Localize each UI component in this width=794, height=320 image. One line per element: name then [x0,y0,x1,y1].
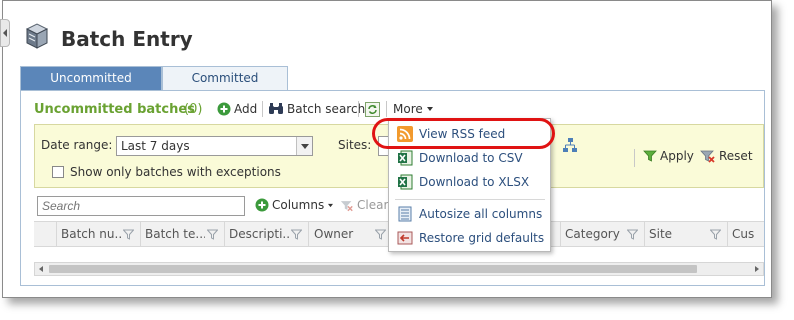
column-divider [644,222,645,246]
column-header-owner[interactable]: Owner [314,222,364,246]
reset-button[interactable]: Reset [700,149,753,163]
tab-uncommitted-batches[interactable]: Uncommitted Batches [20,66,162,107]
date-range-value: Last 7 days [121,139,190,153]
exceptions-label: Show only batches with exceptions [70,165,281,179]
chevron-down-icon [296,137,312,155]
more-label: More [393,102,423,116]
column-divider [140,222,141,246]
column-divider [727,222,728,246]
column-filter-icon[interactable] [710,229,721,240]
refresh-icon [365,102,380,117]
grid-search-input[interactable] [37,196,245,216]
add-columns-icon [255,198,269,212]
menu-item-download-csv[interactable]: Download to CSV [389,146,550,170]
more-menu-button[interactable]: More [393,102,434,116]
clear-filter-icon [700,150,715,163]
columns-button[interactable]: Columns [255,198,334,212]
filter-icon [643,150,657,162]
column-divider [560,222,561,246]
batch-entry-icon [25,23,49,49]
refresh-button[interactable] [365,102,380,117]
site-hierarchy-icon[interactable] [562,137,578,153]
autosize-columns-icon [398,206,412,222]
column-divider [308,222,309,246]
excel-xlsx-icon [398,174,413,190]
restore-defaults-icon [397,231,413,245]
menu-item-label: View RSS feed [419,127,506,141]
scroll-left-icon[interactable] [39,266,43,272]
menu-item-label: Restore grid defaults [419,231,545,245]
batch-search-label: Batch search [287,102,366,116]
menu-item-label: Download to XLSX [419,175,530,189]
chevron-down-icon [426,107,433,111]
collapse-left-tab[interactable] [0,19,10,47]
column-filter-icon[interactable] [123,229,134,240]
column-header-site[interactable]: Site [649,222,689,246]
exceptions-checkbox[interactable] [52,166,64,178]
panel-title: Uncommitted batches [34,102,195,117]
date-range-label: Date range: [41,138,113,152]
column-header-customer[interactable]: Cus [732,222,762,246]
menu-item-download-xlsx[interactable]: Download to XLSX [389,170,550,194]
add-label: Add [234,102,258,116]
apply-label: Apply [660,149,694,163]
scrollbar-thumb[interactable] [49,265,697,273]
date-range-select[interactable]: Last 7 days [116,136,313,156]
column-header-description[interactable]: Descripti... [229,222,289,246]
batch-search-button[interactable]: Batch search [268,102,365,116]
columns-label: Columns [272,198,325,212]
toolbar-divider [358,101,359,117]
column-filter-icon[interactable] [375,229,386,240]
column-header-batch-number[interactable]: Batch nu... [61,222,121,246]
menu-item-label: Autosize all columns [419,207,543,221]
menu-item-restore-grid-defaults[interactable]: Restore grid defaults [389,226,550,250]
excel-csv-icon [398,150,413,166]
toolbar-divider [386,101,387,117]
column-divider [224,222,225,246]
scroll-right-icon[interactable] [755,266,759,272]
column-filter-icon[interactable] [291,229,302,240]
column-header-batch-template[interactable]: Batch te... [145,222,205,246]
rss-icon [397,126,413,142]
menu-item-autosize-columns[interactable]: Autosize all columns [389,202,550,226]
clear-filter-icon [340,200,353,211]
toolbar-divider [262,101,263,117]
add-button[interactable]: Add [217,102,257,116]
menu-item-view-rss-feed[interactable]: View RSS feed [389,122,550,146]
column-filter-icon[interactable] [627,229,638,240]
menu-item-label: Download to CSV [419,151,523,165]
apply-button[interactable]: Apply [643,149,694,163]
menu-divider [395,199,545,200]
grid-horizontal-scrollbar[interactable] [34,262,764,276]
column-divider [56,222,57,246]
batch-count: (0) [184,102,203,117]
batch-entry-window: Batch Entry Uncommitted Batches Committe… [0,0,772,298]
more-dropdown-menu: View RSS feed Download to CSV Download t… [388,118,551,252]
column-header-category[interactable]: Category [565,222,625,246]
filter-divider [634,149,635,167]
column-filter-icon[interactable] [207,229,218,240]
tab-committed-batches[interactable]: Committed Batches [162,66,288,107]
page-title: Batch Entry [61,27,193,51]
chevron-down-icon [328,203,334,207]
reset-label: Reset [719,149,753,163]
sites-label: Sites: [338,138,372,152]
binoculars-icon [269,103,283,114]
add-icon [217,102,231,116]
